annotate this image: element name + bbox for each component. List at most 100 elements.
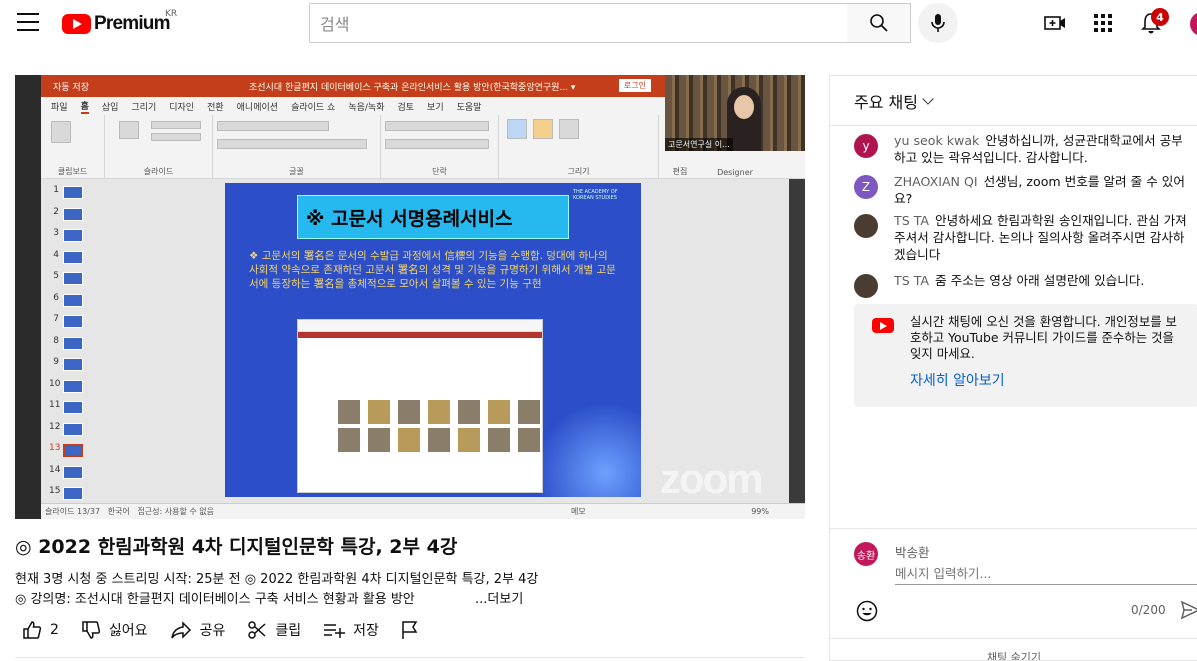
ppt-menu-item: 애니메이션: [236, 102, 279, 113]
player-left-strip: [15, 75, 41, 519]
search-button[interactable]: [847, 3, 911, 43]
like-count: 2: [50, 622, 59, 638]
ribbon-label: 그리기: [567, 167, 590, 176]
report-button[interactable]: [401, 620, 427, 640]
slide-org-logo-text: THE ACADEMY OF KOREAN STUDIES: [573, 189, 618, 201]
thumbs-down-icon: [82, 621, 101, 639]
clip-button[interactable]: 클립: [247, 620, 301, 640]
webcam-thumbnail: 고문서연구실 이...: [665, 75, 805, 151]
notification-badge: 4: [1151, 8, 1169, 26]
ribbon-label: 편집: [672, 167, 688, 176]
current-slide: ※ 고문서 서명용례서비스 THE ACADEMY OF KOREAN STUD…: [225, 183, 641, 497]
chat-text: 안녕하세요 한림과학원 송인재입니다. 관심 가져주셔서 감사합니다. 논의나 …: [894, 213, 1187, 262]
show-more-link[interactable]: ...더보기: [473, 588, 524, 607]
zoom-watermark: zoom: [660, 455, 764, 502]
slide-thumb: 6: [49, 291, 85, 309]
youtube-premium-logo[interactable]: Premium: [62, 12, 171, 36]
ppt-menu-item: 슬라이드 쇼: [291, 102, 336, 113]
share-label: 공유: [199, 623, 226, 639]
smile-icon: [856, 600, 878, 622]
video-player[interactable]: 자동 저장 조선시대 한글편지 데이터베이스 구축과 온라인서비스 활용 방안(…: [15, 75, 805, 519]
ribbon-group: 클립보드: [41, 115, 105, 179]
webcam-label: 고문서연구실 이...: [665, 138, 733, 151]
banner-text: 실시간 채팅에 오신 것을 환영합니다. 개인정보를 보호하고 YouTube …: [910, 314, 1177, 361]
chat-mode-selector[interactable]: 주요 채팅: [830, 76, 1197, 126]
ppt-login: 로그인: [618, 79, 651, 92]
share-button[interactable]: 공유: [170, 620, 226, 640]
ppt-status-bar: 슬라이드 13/37 한국어 접근성: 사용할 수 없음 메모 99%: [41, 503, 805, 519]
playlist-add-icon: [324, 624, 346, 638]
ppt-menu-item: 그리기: [131, 102, 157, 113]
send-button[interactable]: [1180, 600, 1197, 620]
status-notes: 메모: [571, 507, 586, 516]
learn-more-link[interactable]: 자세히 알아보기: [910, 370, 1005, 390]
ppt-menu-item: 도움말: [456, 102, 482, 113]
chat-header-title: 주요 채팅: [854, 92, 918, 112]
dislike-label: 싫어요: [108, 623, 148, 639]
video-actions: 2 싫어요 공유 클립 저장: [22, 618, 449, 642]
chat-author[interactable]: TS TA: [894, 213, 929, 228]
ppt-menu-item: 홈: [80, 99, 89, 114]
save-button[interactable]: 저장: [323, 620, 379, 640]
chat-message-input[interactable]: [895, 563, 1197, 585]
ribbon-label: Designer: [717, 168, 753, 177]
ribbon-group: 글꼴: [213, 115, 381, 179]
hamburger-menu-icon[interactable]: [17, 13, 39, 31]
thumbs-up-icon: [23, 621, 42, 639]
slide-title: ※ 고문서 서명용례서비스: [297, 195, 569, 239]
chat-avatar[interactable]: Z: [854, 175, 878, 199]
chat-avatar[interactable]: [854, 214, 878, 238]
ppt-slide-thumbnails: 1 2 3 4 5 6 7 8 9 10 11 12 13 14 15: [41, 179, 89, 503]
account-avatar[interactable]: [1190, 12, 1197, 36]
ribbon-label: 단락: [432, 167, 447, 176]
dislike-button[interactable]: 싫어요: [81, 620, 148, 640]
ppt-menu-item: 파일: [51, 102, 68, 113]
ribbon-label: 슬라이드: [143, 167, 174, 176]
hide-chat-button[interactable]: 채팅 숨기기: [830, 638, 1197, 660]
voice-search-button[interactable]: [918, 3, 958, 43]
slide-thumb: 4: [49, 248, 85, 266]
slide-body-text: ❖ 고문서의 署名은 문서의 수발급 과정에서 信標의 기능을 수행함. 덩대에…: [249, 250, 616, 290]
ribbon-group: 그리기: [499, 115, 659, 179]
chat-avatar[interactable]: [854, 274, 878, 298]
ppt-autosave: 자동 저장: [53, 82, 89, 93]
save-label: 저장: [353, 623, 379, 639]
slide-thumb: 10: [49, 377, 85, 395]
ribbon-label: 글꼴: [289, 167, 304, 176]
create-video-icon[interactable]: [1042, 10, 1068, 36]
youtube-play-icon: [62, 14, 91, 34]
emoji-button[interactable]: [856, 600, 878, 622]
slide-website-screenshot: [297, 319, 543, 493]
chat-author[interactable]: ZHAOXIAN QI: [894, 174, 978, 189]
scissors-icon: [248, 621, 266, 639]
slide-thumb: 14: [49, 463, 85, 481]
divider: [15, 657, 805, 658]
ribbon-label: 클립보드: [57, 167, 88, 176]
slide-thumb: 2: [49, 205, 85, 223]
logo-region: KR: [165, 9, 178, 19]
composer-name: 박송환: [895, 545, 930, 560]
ribbon-group: 단락: [381, 115, 499, 179]
ppt-menu-item: 검토: [397, 102, 415, 113]
chevron-down-icon: [922, 92, 934, 105]
like-button[interactable]: 2: [22, 620, 59, 640]
composer-avatar: 송환: [854, 542, 878, 566]
slide-thumb: 12: [49, 420, 85, 438]
slide-thumb: 5: [49, 269, 85, 287]
ppt-menu-item: 삽입: [101, 102, 119, 113]
chat-avatar[interactable]: y: [854, 134, 878, 158]
apps-grid-icon[interactable]: [1090, 10, 1116, 36]
ppt-menu-item: 보기: [427, 102, 444, 113]
slide-thumb: 7: [49, 312, 85, 330]
search-input[interactable]: 검색: [309, 3, 848, 43]
ppt-menu-item: 녹음/녹화: [348, 102, 385, 113]
slide-thumb-active: 13: [49, 441, 85, 459]
chat-author[interactable]: yu seok kwak: [894, 133, 979, 148]
slide-thumb: 15: [49, 484, 85, 502]
flag-icon: [402, 621, 418, 639]
top-bar: Premium KR 검색 4: [0, 0, 1197, 48]
logo-text: Premium: [94, 13, 171, 34]
share-icon: [170, 621, 191, 639]
chat-text: 줌 주소는 영상 아래 설명란에 있습니다.: [935, 273, 1145, 288]
chat-author[interactable]: TS TA: [894, 273, 929, 288]
